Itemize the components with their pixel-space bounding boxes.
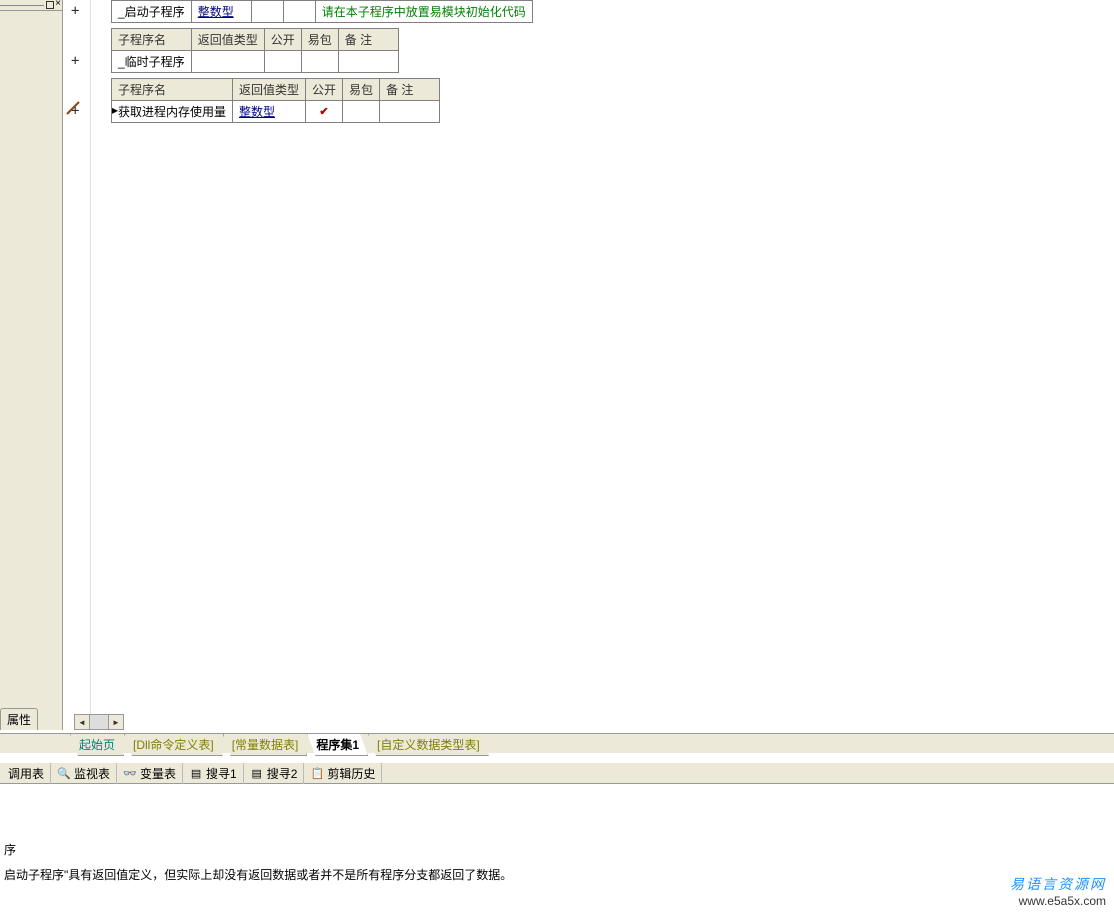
sub-name-text: 获取进程内存使用量 <box>118 105 226 119</box>
col-return-type: 返回值类型 <box>233 79 306 101</box>
code-editor-area[interactable]: _启动子程序 整数型 请在本子程序中放置易模块初始化代码 子程序名 返回值类型 … <box>91 0 1114 730</box>
return-type-cell[interactable]: 整数型 <box>233 101 306 123</box>
pkg-cell[interactable] <box>283 1 315 23</box>
sub-name-cell[interactable]: _启动子程序 <box>112 1 192 23</box>
comment-cell[interactable]: 请在本子程序中放置易模块初始化代码 <box>315 1 532 23</box>
scroll-left-icon[interactable]: ◄ <box>74 714 90 730</box>
return-type-cell[interactable]: 整数型 <box>191 1 251 23</box>
col-remark: 备 注 <box>338 29 398 51</box>
tab-label: 调用表 <box>8 765 44 782</box>
public-checked-cell[interactable]: ✔ <box>306 101 343 123</box>
col-sub-name: 子程序名 <box>112 79 233 101</box>
tab-var-table[interactable]: 👓变量表 <box>117 763 183 784</box>
left-side-panel: × 属性 <box>0 0 63 730</box>
col-pkg: 易包 <box>343 79 380 101</box>
close-icon[interactable]: × <box>55 0 61 8</box>
panel-header: × <box>0 0 62 11</box>
pkg-cell[interactable] <box>343 101 380 123</box>
watermark-cn: 易语言资源网 <box>1010 874 1106 894</box>
tab-const-data[interactable]: [常量数据表] <box>223 734 308 756</box>
text-cursor-icon: ▸ <box>112 103 118 117</box>
watermark-url: www.e5a5x.com <box>1010 894 1106 908</box>
remark-cell[interactable] <box>380 101 440 123</box>
horizontal-scrollbar[interactable]: ◄ ► <box>74 714 124 730</box>
output-log-area[interactable]: 序 启动子程序"具有返回值定义，但实际上却没有返回数据或者并不是所有程序分支都返… <box>0 785 1114 874</box>
expand-icon[interactable]: + <box>71 53 79 69</box>
col-return-type: 返回值类型 <box>191 29 264 51</box>
clipboard-icon: 📋 <box>310 766 324 780</box>
tab-custom-types[interactable]: [自定义数据类型表] <box>368 734 489 756</box>
tab-label: 搜寻1 <box>206 765 237 782</box>
remark-cell[interactable] <box>338 51 398 73</box>
tab-call-table[interactable]: 调用表 <box>2 763 51 784</box>
sub-name-cell[interactable]: ▸获取进程内存使用量 <box>112 101 233 123</box>
edit-pen-icon <box>65 100 83 114</box>
col-public: 公开 <box>264 29 301 51</box>
tab-label: 剪辑历史 <box>327 765 375 782</box>
tab-label: 监视表 <box>74 765 110 782</box>
tab-program-set[interactable]: 程序集1 <box>307 734 368 756</box>
tab-clip-history[interactable]: 📋剪辑历史 <box>304 763 382 784</box>
scroll-track[interactable] <box>90 714 108 730</box>
magnifier-icon: 🔍 <box>57 766 71 780</box>
glasses-icon: 👓 <box>123 766 137 780</box>
subroutine-table-1: _启动子程序 整数型 请在本子程序中放置易模块初始化代码 <box>111 0 533 23</box>
subroutine-table-2: 子程序名 返回值类型 公开 易包 备 注 _临时子程序 <box>111 28 399 73</box>
col-pkg: 易包 <box>301 29 338 51</box>
col-public: 公开 <box>306 79 343 101</box>
tab-search-1[interactable]: ▤搜寻1 <box>183 763 244 784</box>
public-cell[interactable] <box>264 51 301 73</box>
tab-dll-defs[interactable]: [Dll命令定义表] <box>124 734 223 756</box>
log-line: 序 <box>4 841 1110 858</box>
tab-start-page[interactable]: 起始页 <box>70 734 124 756</box>
list-icon: ▤ <box>189 766 203 780</box>
tab-search-2[interactable]: ▤搜寻2 <box>244 763 305 784</box>
tab-label: 变量表 <box>140 765 176 782</box>
maximize-icon[interactable] <box>46 1 54 9</box>
scroll-right-icon[interactable]: ► <box>108 714 124 730</box>
col-sub-name: 子程序名 <box>112 29 192 51</box>
tab-watch-table[interactable]: 🔍监视表 <box>51 763 117 784</box>
expand-icon[interactable]: + <box>71 3 79 19</box>
watermark: 易语言资源网 www.e5a5x.com <box>1010 874 1106 908</box>
bottom-tool-tabs: 调用表 🔍监视表 👓变量表 ▤搜寻1 ▤搜寻2 📋剪辑历史 <box>0 762 1114 784</box>
property-tab[interactable]: 属性 <box>0 708 38 730</box>
tab-label: 搜寻2 <box>267 765 298 782</box>
log-line: 启动子程序"具有返回值定义，但实际上却没有返回数据或者并不是所有程序分支都返回了… <box>4 866 1110 883</box>
sub-name-cell[interactable]: _临时子程序 <box>112 51 192 73</box>
pkg-cell[interactable] <box>301 51 338 73</box>
subroutine-table-3: 子程序名 返回值类型 公开 易包 备 注 ▸获取进程内存使用量 整数型 ✔ <box>111 78 440 123</box>
editor-tabs: 起始页 [Dll命令定义表] [常量数据表] 程序集1 [自定义数据类型表] <box>0 733 1114 753</box>
public-cell[interactable] <box>251 1 283 23</box>
col-remark: 备 注 <box>380 79 440 101</box>
list-icon: ▤ <box>250 766 264 780</box>
code-gutter: + + + <box>63 0 91 730</box>
return-type-cell[interactable] <box>191 51 264 73</box>
panel-header-line <box>0 0 44 6</box>
